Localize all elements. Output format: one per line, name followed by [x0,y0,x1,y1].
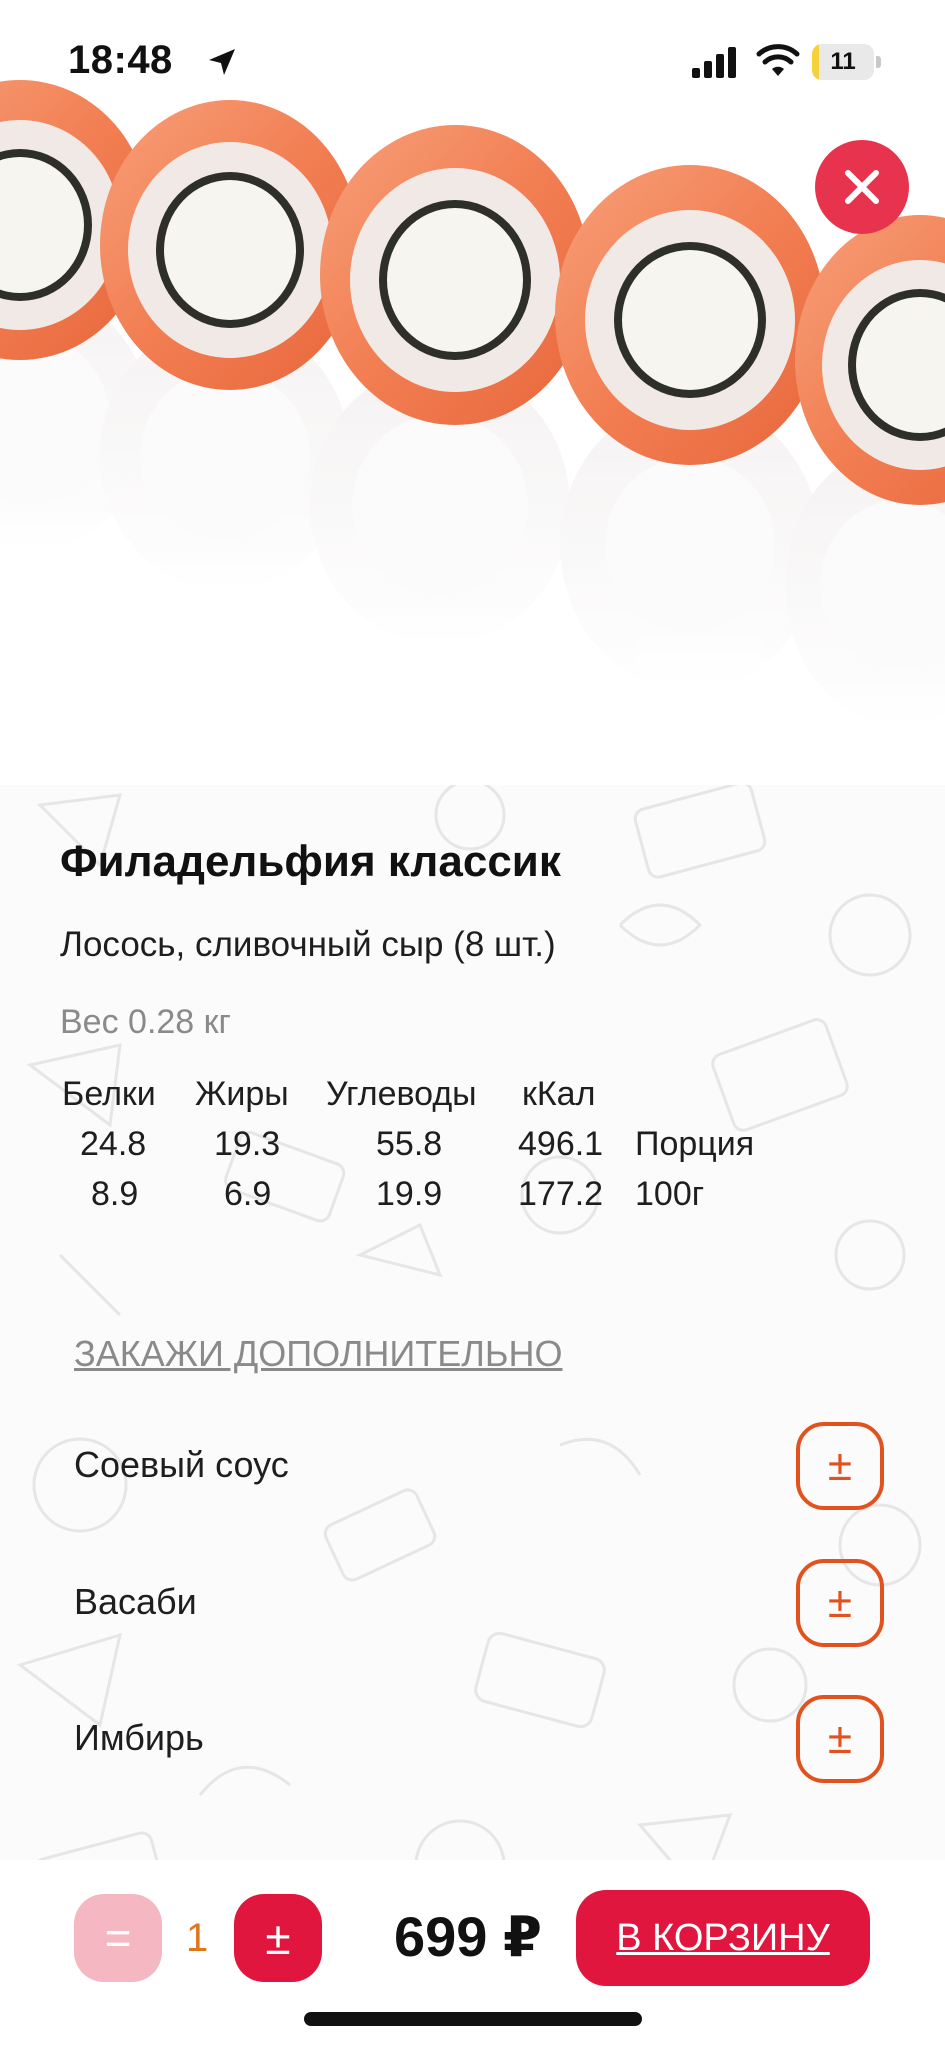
nutrition-value: 19.3 [214,1125,281,1163]
extra-label: Соевый соус [74,1444,289,1485]
nutrition-header-fat: Жиры [195,1075,289,1113]
nutrition-value: 19.9 [376,1175,443,1213]
battery-icon: 11 [812,44,882,80]
home-indicator[interactable] [304,2012,642,2026]
location-arrow-icon [209,49,235,75]
cellular-signal-icon [692,47,736,78]
product-price: 699 ₽ [394,1905,542,1968]
extra-label: Васаби [74,1581,197,1622]
add-soy-sauce-button[interactable]: ± [796,1422,884,1510]
nutrition-value: 24.8 [80,1125,147,1163]
product-description: Лосось, сливочный сыр (8 шт.) [60,925,556,964]
status-bar: 18:48 11 [0,0,945,120]
bottom-cart-bar: = 1 ± 699 ₽ В КОРЗИНУ [0,1860,945,2048]
quantity-increase-button[interactable]: ± [234,1894,322,1982]
nutrition-header-kcal: кКал [522,1075,596,1113]
doodle-background [16,785,928,2024]
nutrition-header-protein: Белки [62,1075,156,1113]
nutrition-value: 177.2 [518,1175,604,1213]
nutrition-row-label: Порция [635,1125,755,1163]
quantity-value: 1 [186,1916,209,1960]
list-item-ginger: Имбирь ± [74,1695,884,1785]
add-to-cart-button[interactable]: В КОРЗИНУ [576,1890,870,1986]
nutrition-value: 6.9 [224,1175,272,1213]
wifi-icon [756,44,800,76]
nutrition-header-carbs: Углеводы [326,1075,477,1113]
status-time: 18:48 [68,38,173,82]
nutrition-value: 496.1 [518,1125,604,1163]
product-details: Филадельфия классик Лосось, сливочный сы… [0,785,945,2048]
nutrition-row-label: 100г [635,1175,705,1213]
list-item-soy-sauce: Соевый соус ± [74,1422,884,1512]
nutrition-value: 8.9 [91,1175,139,1213]
close-icon [845,170,879,204]
extra-label: Имбирь [74,1717,204,1758]
battery-level: 11 [830,48,856,75]
extras-heading[interactable]: ЗАКАЖИ ДОПОЛНИТЕЛЬНО [74,1333,562,1375]
add-ginger-button[interactable]: ± [796,1695,884,1783]
product-title: Филадельфия классик [60,837,561,886]
add-wasabi-button[interactable]: ± [796,1559,884,1647]
nutrition-value: 55.8 [376,1125,443,1163]
quantity-decrease-button[interactable]: = [74,1894,162,1982]
close-button[interactable] [815,140,909,234]
product-weight: Вес 0.28 кг [60,1003,231,1041]
list-item-wasabi: Васаби ± [74,1559,884,1649]
